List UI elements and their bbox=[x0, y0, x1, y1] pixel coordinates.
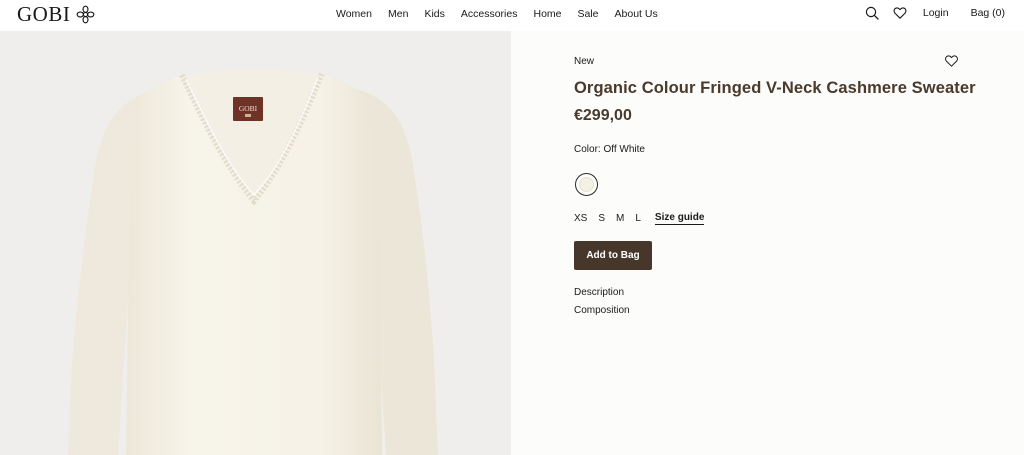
garment-tag-text: GOBI bbox=[239, 104, 258, 113]
description-accordion[interactable]: Description bbox=[574, 287, 624, 298]
add-to-bag-button[interactable]: Add to Bag bbox=[574, 241, 652, 270]
brand-name: GOBI bbox=[17, 2, 71, 26]
size-option-m[interactable]: M bbox=[616, 213, 624, 224]
swatch-fill bbox=[579, 177, 594, 192]
wishlist-heart-icon[interactable] bbox=[944, 54, 959, 68]
product-image[interactable]: GOBI bbox=[0, 31, 511, 455]
nav-item-home[interactable]: Home bbox=[533, 8, 561, 20]
nav-item-women[interactable]: Women bbox=[336, 8, 372, 20]
sweater-illustration: GOBI bbox=[68, 69, 438, 455]
brand-logo[interactable]: GOBI bbox=[17, 3, 95, 25]
product-title: Organic Colour Fringed V-Neck Cashmere S… bbox=[574, 79, 976, 97]
new-badge: New bbox=[574, 56, 595, 67]
utility-nav: Login Bag (0) bbox=[865, 6, 1005, 20]
nav-item-kids[interactable]: Kids bbox=[424, 8, 444, 20]
product-price: €299,00 bbox=[574, 107, 632, 124]
search-icon[interactable] bbox=[865, 6, 879, 20]
color-label: Color: Off White bbox=[574, 144, 645, 155]
nav-item-accessories[interactable]: Accessories bbox=[461, 8, 518, 20]
site-header: GOBI Women Men Kids Accessories Home Sal… bbox=[0, 0, 1024, 31]
nav-item-about-us[interactable]: About Us bbox=[615, 8, 658, 20]
color-swatch-off-white[interactable] bbox=[575, 173, 598, 196]
size-guide-link[interactable]: Size guide bbox=[654, 212, 705, 225]
size-selector: XS S M L Size guide bbox=[574, 212, 705, 225]
nav-item-sale[interactable]: Sale bbox=[578, 8, 599, 20]
composition-accordion[interactable]: Composition bbox=[574, 305, 630, 316]
bag-link[interactable]: Bag (0) bbox=[971, 7, 1005, 19]
size-option-xs[interactable]: XS bbox=[574, 213, 587, 224]
flower-emblem-icon bbox=[76, 5, 95, 23]
login-link[interactable]: Login bbox=[923, 7, 949, 19]
size-option-l[interactable]: L bbox=[635, 213, 641, 224]
main-nav: Women Men Kids Accessories Home Sale Abo… bbox=[336, 8, 674, 20]
heart-icon[interactable] bbox=[893, 6, 907, 20]
size-option-s[interactable]: S bbox=[598, 213, 605, 224]
nav-item-men[interactable]: Men bbox=[388, 8, 408, 20]
product-info-panel: New Organic Colour Fringed V-Neck Cashme… bbox=[511, 31, 1024, 455]
